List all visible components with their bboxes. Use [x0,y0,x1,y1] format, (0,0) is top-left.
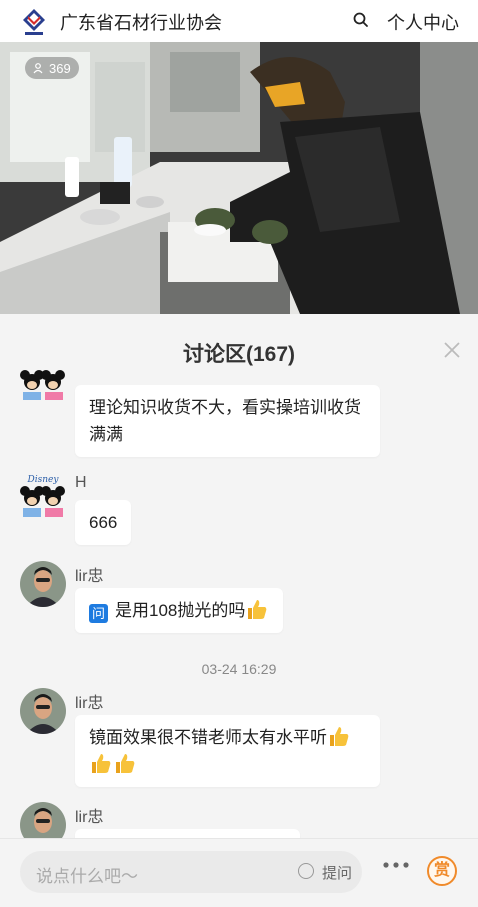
message-username: lir忠 [75,568,104,585]
message-username: H [75,474,87,491]
message-bubble: 666 [75,500,132,545]
viewer-count: 369 [49,60,71,76]
message-bubble: 问是用108抛光的吗 [75,588,284,633]
user-photo-avatar [20,802,66,838]
cartoon-mickey-minnie-avatar [20,362,66,402]
comment-input-placeholder: 说点什么吧～ [36,867,138,886]
viewer-count-badge: 369 [25,57,79,79]
close-icon[interactable] [442,340,462,360]
bottom-input-bar: 说点什么吧～ 提问 赏 [0,838,478,907]
message-text: 是用108抛光的吗 [115,601,246,620]
video-frame [0,42,478,314]
discussion-title: 讨论区(167) [182,343,296,366]
message-timestamp: 03-24 16:29 [201,661,277,677]
thumbs-up-icon [330,727,349,746]
top-nav-bar: 广东省石材行业协会 个人中心 [0,0,478,42]
message-bubble: 理论知识收货不大，看实操培训收货满满 [75,385,380,457]
message-username: lir忠 [75,809,104,826]
comment-input[interactable]: 说点什么吧～ 提问 [20,851,362,893]
discussion-panel: 讨论区(167) 理论知识收货不大，看实操培训收货满满 Disney H 666 [0,318,478,838]
message-username: lir忠 [75,695,104,712]
thumbs-up-icon [248,600,267,619]
personal-center-link[interactable]: 个人中心 [387,9,459,35]
message-text: 666 [89,513,118,532]
cartoon-disney-avatar: Disney [20,472,66,518]
search-icon[interactable] [352,11,370,29]
people-icon [33,63,43,74]
user-photo-avatar [20,688,66,734]
svg-text:Disney: Disney [27,475,60,485]
more-dots-icon[interactable] [382,861,410,869]
reward-button[interactable]: 赏 [427,856,457,886]
message-text: 理论知识收货不大，看实操培训收货满满 [89,398,361,444]
message-bubble [75,829,300,838]
association-logo[interactable] [22,8,46,36]
ask-question-label[interactable]: 提问 [322,862,352,883]
thumbs-up-icon [116,754,135,773]
org-title: 广东省石材行业协会 [60,13,222,33]
message-text: 镜面效果很不错老师太有水平听 [89,728,327,747]
message-bubble: 镜面效果很不错老师太有水平听 [75,715,380,787]
question-badge: 问 [89,604,108,623]
ask-question-radio[interactable] [298,863,314,879]
live-video-player[interactable]: 369 [0,42,478,314]
user-photo-avatar [20,561,66,607]
thumbs-up-icon [92,754,111,773]
